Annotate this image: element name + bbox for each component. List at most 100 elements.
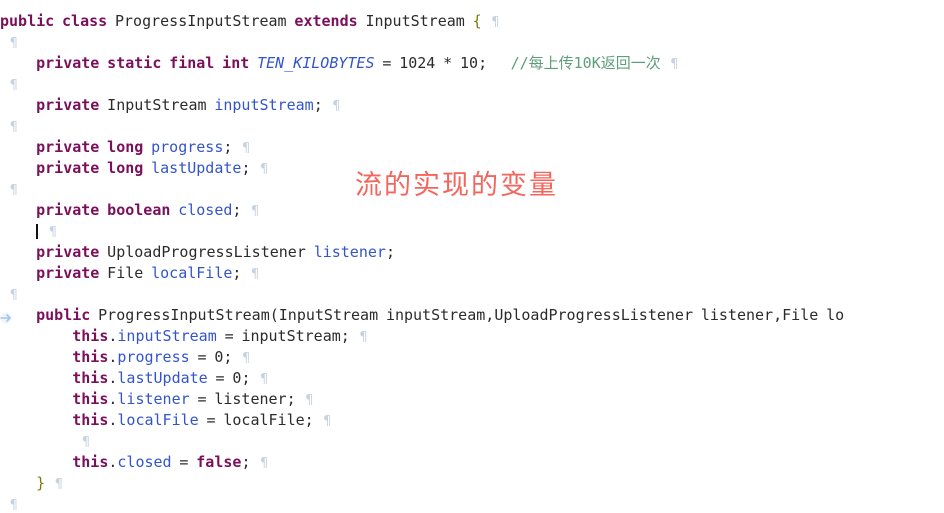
paragraph-mark-icon: ¶ [74,435,90,450]
code-token-field: closed [117,453,172,471]
code-line[interactable]: private File localFile; ¶ [0,263,944,284]
paragraph-mark-icon: ¶ [297,393,314,408]
code-line[interactable]: ¶ [0,494,944,513]
code-token-kw: int [222,54,250,72]
code-token-kw: private [36,159,100,177]
code-token-num: 10 [460,54,479,72]
code-token-op: = [382,54,392,72]
paragraph-mark-icon: ¶ [243,267,260,282]
code-token-op: = [197,390,207,408]
code-line[interactable]: public class ProgressInputStream extends… [0,11,944,32]
indent-guide [0,201,36,219]
code-token-field: inputStream [117,327,217,345]
code-line[interactable]: private UploadProgressListener listener; [0,242,944,263]
code-token-kw: private [36,54,100,72]
code-token-type: ProgressInputStream [98,306,270,324]
code-token-field: localFile [151,264,233,282]
paragraph-mark-icon: ¶ [351,330,368,345]
code-token-kw: false [196,453,242,471]
code-token-type: File [782,306,819,324]
code-token-op: = [224,327,234,345]
code-token-constant: TEN_KILOBYTES [257,54,375,72]
indent-guide [0,474,36,492]
code-line[interactable]: this.inputStream = inputStream; ¶ [0,326,944,347]
code-line[interactable]: private long progress; ¶ [0,137,944,158]
indent-guide [0,54,36,72]
code-line[interactable]: ¶ [0,221,944,242]
code-line[interactable]: private InputStream inputStream; ¶ [0,95,944,116]
change-marker-arrow-icon[interactable] [0,310,14,324]
indent-guide [0,432,72,450]
code-token-ident: listener [700,306,774,324]
paragraph-mark-icon: ¶ [252,372,269,387]
indent-guide [0,327,72,345]
code-token-field: progress [151,138,224,156]
code-line[interactable]: ¶ [0,179,944,200]
code-token-punc: ; [286,390,296,408]
paragraph-mark-icon: ¶ [47,477,63,492]
code-token-field: listener [313,243,386,261]
code-token-punc: , [485,306,495,324]
code-token-kw: this [72,327,109,345]
code-token-field: progress [117,348,190,366]
code-token-op: = [197,348,207,366]
code-token-kw: private [36,96,100,114]
code-line[interactable]: this.closed = false; ¶ [0,452,944,473]
indent-guide [0,411,72,429]
code-line[interactable]: this.progress = 0; ¶ [0,347,944,368]
code-line[interactable]: ¶ [0,32,944,53]
code-line[interactable]: private long lastUpdate; ¶ [0,158,944,179]
code-token-type: InputStream [107,96,207,114]
code-line[interactable]: } ¶ [0,473,944,494]
paragraph-mark-icon: ¶ [315,414,332,429]
code-token-type: UploadProgressListener [494,306,693,324]
code-line[interactable]: this.lastUpdate = 0; ¶ [0,368,944,389]
code-token-punc: ; [385,243,395,261]
code-line[interactable]: this.localFile = localFile; ¶ [0,410,944,431]
code-token-punc: ; [340,327,350,345]
paragraph-mark-icon: ¶ [252,456,269,471]
code-token-punc: ; [304,411,314,429]
code-token-type: ProgressInputStream [115,12,287,30]
code-token-kw: this [72,390,109,408]
indent-guide [0,390,72,408]
paragraph-mark-icon: ¶ [324,99,341,114]
paragraph-mark-icon: ¶ [2,183,18,198]
code-token-op: = [206,411,216,429]
code-line[interactable]: ¶ [0,284,944,305]
code-token-kw: this [72,348,109,366]
indent-guide [0,96,36,114]
code-token-punc: , [773,306,783,324]
code-line[interactable]: ¶ [0,431,944,452]
code-line[interactable]: public ProgressInputStream(InputStream i… [0,305,944,326]
code-text-area[interactable]: public class ProgressInputStream extends… [0,0,944,513]
paragraph-mark-icon: ¶ [2,120,18,135]
code-token-field: lastUpdate [117,369,208,387]
code-token-kw: private [36,201,100,219]
code-line[interactable]: this.listener = listener; ¶ [0,389,944,410]
paragraph-mark-icon: ¶ [2,78,18,93]
indent-guide [0,243,36,261]
code-token-type: InputStream [278,306,379,324]
code-editor-surface[interactable]: public class ProgressInputStream extends… [0,0,944,513]
code-token-kw: extends [294,12,358,30]
code-token-type: File [107,264,144,282]
code-line[interactable]: private boolean closed; ¶ [0,200,944,221]
paragraph-mark-icon: ¶ [483,15,500,30]
code-line[interactable]: private static final int TEN_KILOBYTES =… [0,53,944,74]
code-line[interactable]: ¶ [0,74,944,95]
code-line[interactable]: ¶ [0,116,944,137]
code-token-ident: lo [826,306,845,324]
indent-guide [0,264,36,282]
indent-guide [0,453,72,471]
